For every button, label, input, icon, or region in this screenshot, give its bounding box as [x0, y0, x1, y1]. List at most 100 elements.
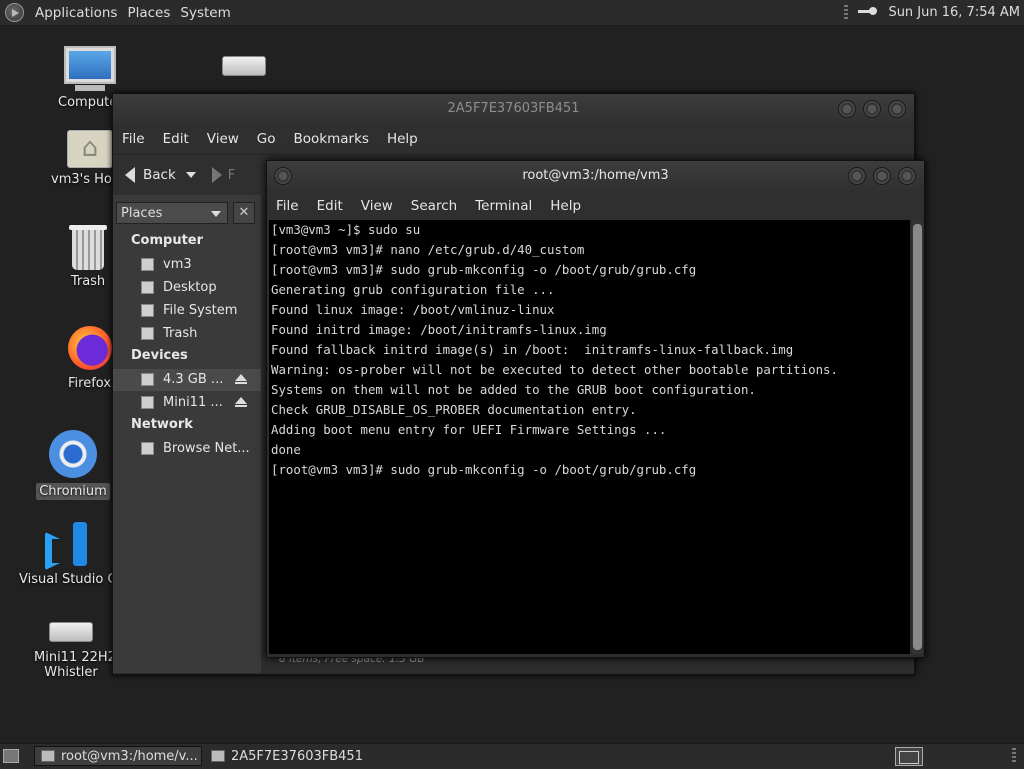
computer-icon	[64, 46, 116, 84]
terminal-line: Found initrd image: /boot/initramfs-linu…	[271, 322, 607, 337]
minimize-button[interactable]	[848, 167, 866, 185]
menu-edit[interactable]: Edit	[154, 131, 198, 147]
taskbar-item-terminal[interactable]: root@vm3:/home/v...	[34, 746, 202, 766]
sidebar-item-device-1[interactable]: 4.3 GB ...	[113, 369, 261, 391]
desktop-icon-chromium[interactable]: Chromium	[36, 430, 110, 500]
drive-icon	[141, 396, 154, 409]
close-button[interactable]	[898, 167, 916, 185]
maximize-button[interactable]	[863, 100, 881, 118]
taskbar-item-label: 2A5F7E37603FB451	[231, 749, 363, 764]
drive-icon	[49, 622, 93, 642]
system-menu[interactable]: System	[175, 0, 235, 25]
back-history-dropdown[interactable]	[185, 172, 196, 178]
places-selector-label: Places	[121, 206, 163, 221]
terminal-icon	[41, 750, 55, 762]
back-arrow-icon[interactable]	[125, 167, 135, 183]
sidebar-item-browse-network[interactable]: Browse Net...	[113, 438, 261, 460]
network-icon	[141, 442, 154, 455]
top-panel: Applications Places System Sun Jun 16, 7…	[0, 0, 1024, 26]
terminal-line: done	[271, 442, 301, 457]
clock[interactable]: Sun Jun 16, 7:54 AM	[888, 5, 1020, 20]
back-button[interactable]: Back	[143, 167, 176, 183]
sidebar-item-label: 4.3 GB ...	[163, 372, 223, 387]
menu-edit[interactable]: Edit	[308, 198, 352, 214]
file-manager-titlebar[interactable]: 2A5F7E37603FB451	[113, 94, 914, 124]
taskbar-item-file-manager[interactable]: 2A5F7E37603FB451	[204, 746, 384, 766]
places-sidebar: Places ✕ Computer vm3 Desktop File Syste…	[113, 195, 261, 673]
home-folder-icon	[67, 130, 113, 168]
desktop-icon-label-line2: Whistler	[44, 665, 98, 680]
maximize-button[interactable]	[873, 167, 891, 185]
terminal-line: Found linux image: /boot/vmlinuz-linux	[271, 302, 555, 317]
eject-icon[interactable]	[235, 374, 247, 384]
key-icon[interactable]	[858, 6, 880, 19]
drive-icon	[222, 56, 266, 76]
minimize-button[interactable]	[838, 100, 856, 118]
scrollbar-thumb[interactable]	[913, 224, 922, 650]
sidebar-item-vm3[interactable]: vm3	[113, 254, 261, 276]
terminal-line: [root@vm3 vm3]# nano /etc/grub.d/40_cust…	[271, 242, 585, 257]
desktop-icon-vscode[interactable]: Visual Studio Co	[18, 522, 125, 587]
bottom-panel: root@vm3:/home/v... 2A5F7E37603FB451	[0, 743, 1024, 769]
menu-help[interactable]: Help	[541, 198, 590, 214]
terminal-scrollbar[interactable]	[912, 220, 923, 654]
menu-bookmarks[interactable]: Bookmarks	[285, 131, 378, 147]
desktop-icon-usb-drive[interactable]: Mini11 22H2 I Whistler	[30, 612, 124, 680]
close-sidebar-button[interactable]: ✕	[233, 202, 255, 224]
sidebar-item-label: Trash	[163, 326, 198, 341]
terminal-output[interactable]: [vm3@vm3 ~]$ sudo su [root@vm3 vm3]# nano…	[269, 220, 910, 654]
terminal-line: Generating grub configuration file ...	[271, 282, 555, 297]
drive-icon	[141, 373, 154, 386]
workspace-switcher[interactable]	[895, 747, 923, 766]
show-desktop-icon[interactable]	[3, 749, 19, 763]
sidebar-heading-devices: Devices	[131, 348, 188, 363]
desktop-icon-label: Mini11 22H2 I	[34, 650, 124, 665]
terminal-window: root@vm3:/home/vm3 File Edit View Search…	[266, 160, 925, 658]
trash-icon	[141, 327, 154, 340]
chevron-down-icon	[211, 211, 221, 217]
menu-file[interactable]: File	[267, 198, 308, 214]
sidebar-item-label: File System	[163, 303, 238, 318]
sidebar-item-label: Desktop	[163, 280, 217, 295]
menu-search[interactable]: Search	[402, 198, 466, 214]
sidebar-item-trash[interactable]: Trash	[113, 323, 261, 345]
desktop-icon-trash[interactable]: Trash	[58, 225, 118, 289]
window-title: 2A5F7E37603FB451	[447, 101, 580, 116]
desktop-icon-label: Visual Studio Co	[19, 572, 125, 587]
terminal-line: Systems on them will not be added to the…	[271, 382, 756, 397]
terminal-line: [root@vm3 vm3]# sudo grub-mkconfig -o /b…	[271, 462, 697, 477]
sidebar-item-desktop[interactable]: Desktop	[113, 277, 261, 299]
places-selector[interactable]: Places	[116, 202, 228, 224]
forward-arrow-icon[interactable]	[211, 167, 222, 183]
terminal-line: Warning: os-prober will not be executed …	[271, 362, 838, 377]
panel-grip	[1012, 748, 1016, 764]
distro-logo-icon[interactable]	[5, 3, 24, 22]
close-button[interactable]	[888, 100, 906, 118]
desktop-icon-drive[interactable]	[220, 48, 268, 84]
sidebar-item-file-system[interactable]: File System	[113, 300, 261, 322]
menu-view[interactable]: View	[198, 131, 248, 147]
menu-terminal[interactable]: Terminal	[466, 198, 541, 214]
menu-view[interactable]: View	[352, 198, 402, 214]
menu-file[interactable]: File	[113, 131, 154, 147]
firefox-icon	[68, 326, 112, 370]
menu-go[interactable]: Go	[248, 131, 285, 147]
sidebar-heading-computer: Computer	[131, 233, 204, 248]
terminal-titlebar[interactable]: root@vm3:/home/vm3	[267, 161, 924, 191]
forward-button[interactable]: F	[228, 168, 235, 183]
terminal-line: Found fallback initrd image(s) in /boot:…	[271, 342, 794, 357]
desktop-icon-label: Chromium	[36, 483, 110, 500]
places-menu[interactable]: Places	[122, 0, 175, 25]
terminal-line: Check GRUB_DISABLE_OS_PROBER documentati…	[271, 402, 637, 417]
sidebar-item-device-2[interactable]: Mini11 ...	[113, 392, 261, 414]
menu-help[interactable]: Help	[378, 131, 427, 147]
applications-menu[interactable]: Applications	[30, 0, 122, 25]
desktop-icon	[141, 281, 154, 294]
terminal-line: Adding boot menu entry for UEFI Firmware…	[271, 422, 667, 437]
vscode-icon	[43, 522, 87, 566]
panel-grip	[844, 4, 849, 21]
window-menu-button[interactable]	[274, 167, 292, 185]
desktop-icon-label: Trash	[70, 274, 106, 289]
eject-icon[interactable]	[235, 397, 247, 407]
desktop-icon-firefox[interactable]: Firefox	[60, 326, 120, 391]
